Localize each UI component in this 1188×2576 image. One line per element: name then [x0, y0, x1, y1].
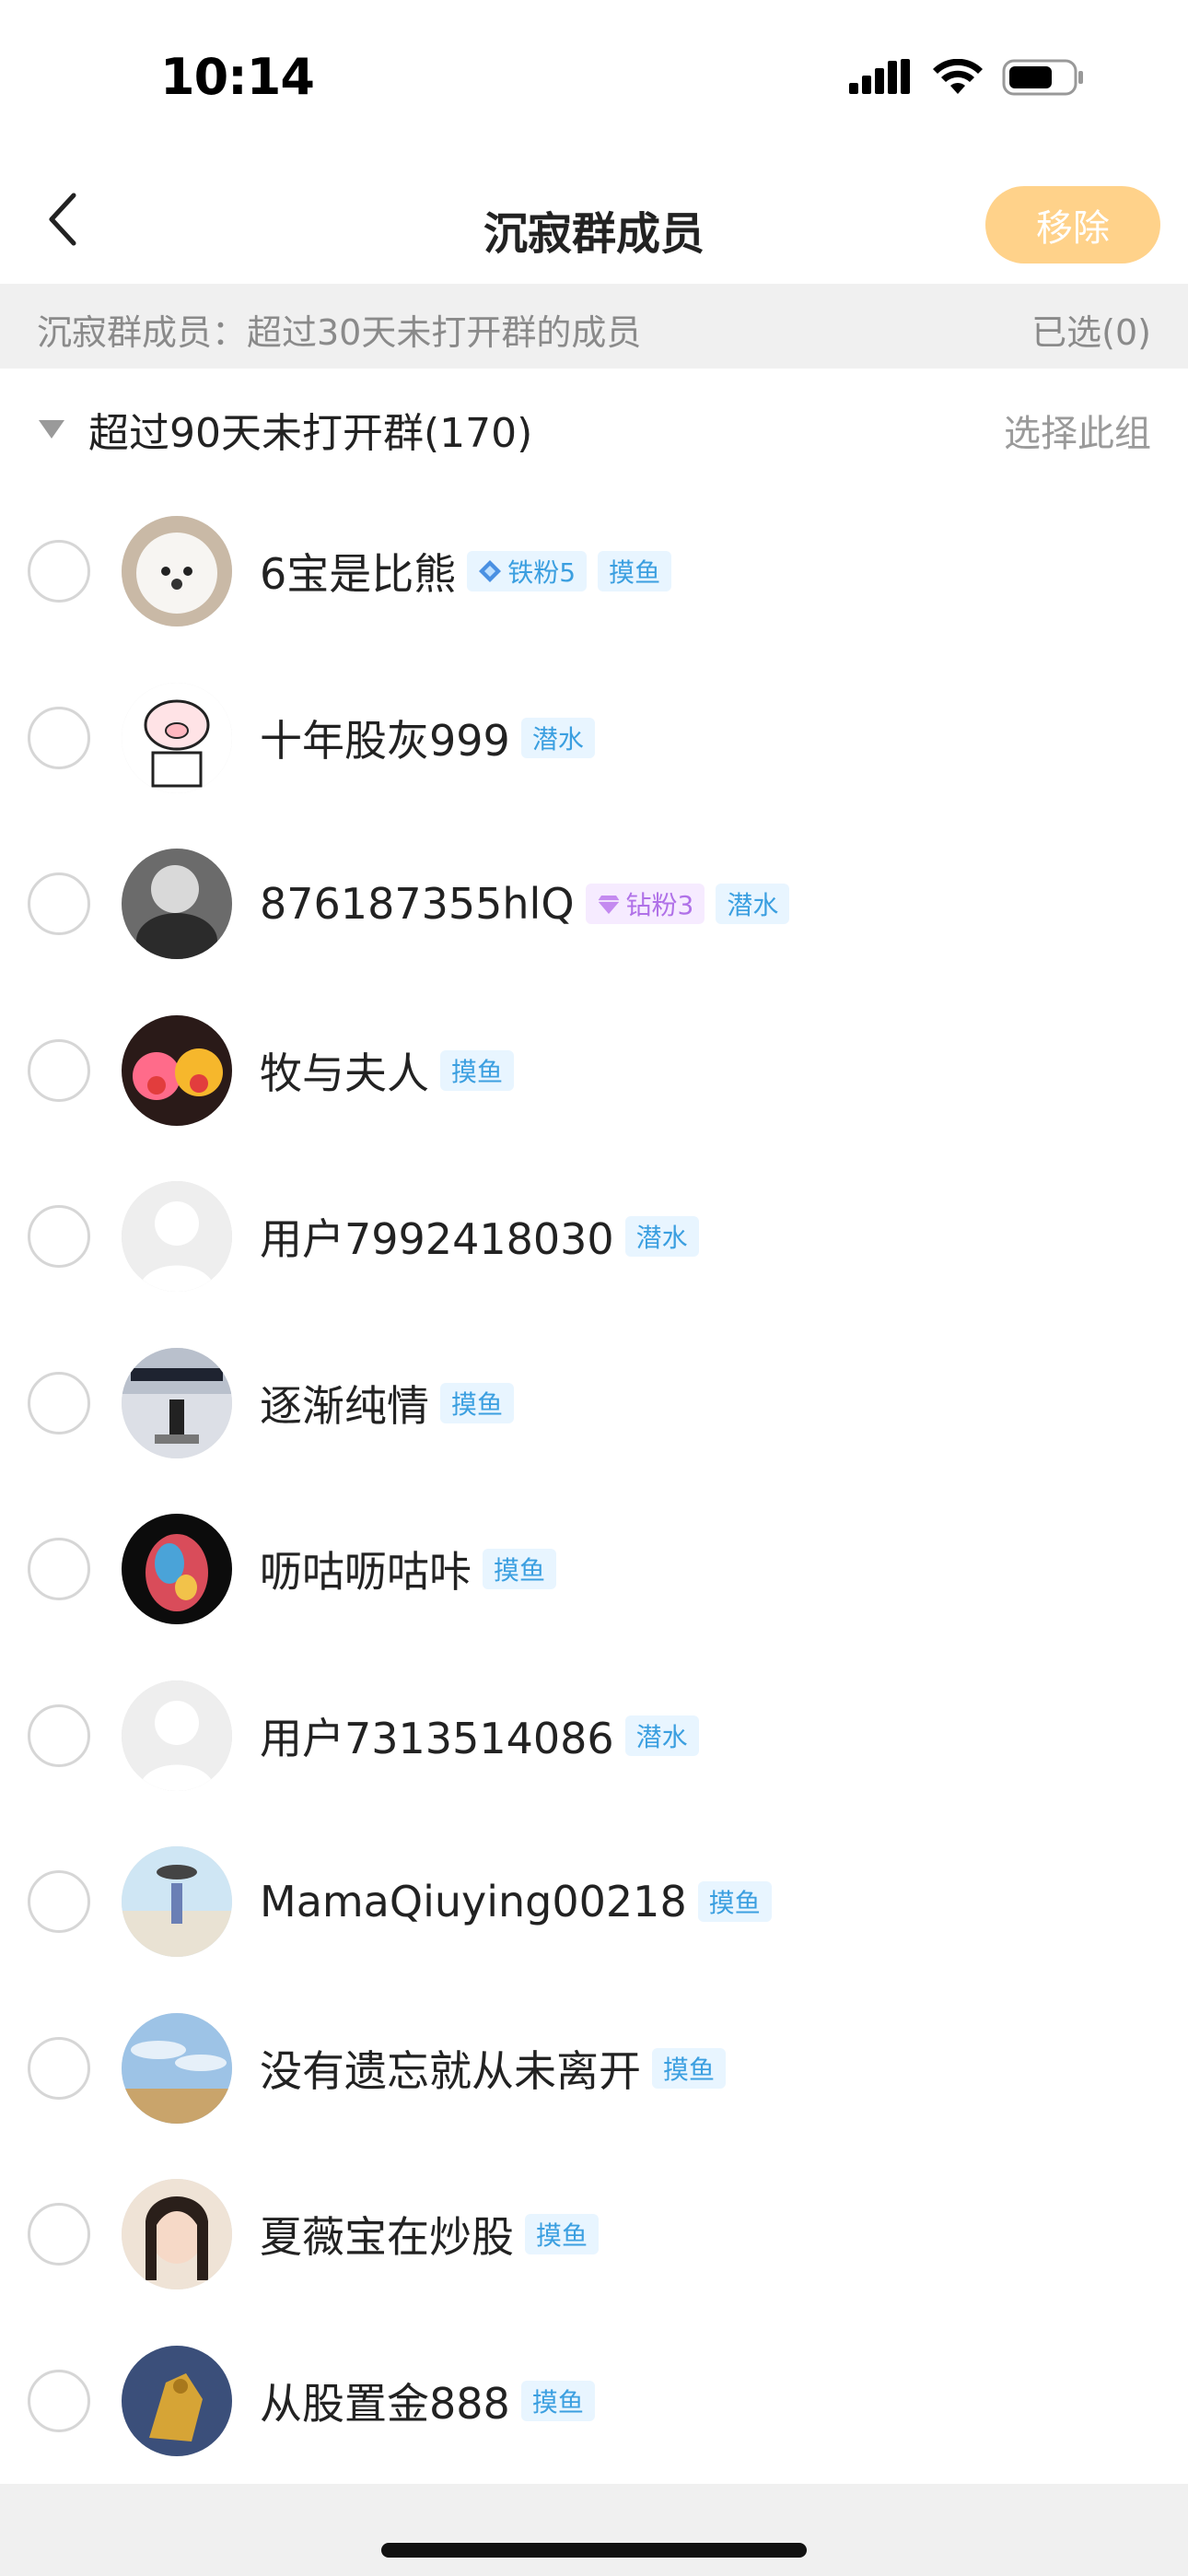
info-description: 沉寂群成员：超过30天未打开群的成员: [37, 312, 642, 353]
avatar: [122, 1514, 232, 1624]
avatar: [122, 682, 232, 793]
member-name: 用户7313514086: [260, 1713, 614, 1763]
member-row[interactable]: 十年股灰999 潜水: [0, 655, 1188, 822]
member-name: 十年股灰999: [260, 715, 510, 766]
battery-icon: [1002, 57, 1085, 101]
group-header[interactable]: 超过90天未打开群(170) 选择此组: [0, 369, 1188, 488]
avatar: [122, 1347, 232, 1458]
select-checkbox[interactable]: [28, 2369, 90, 2432]
activity-tag: 摸鱼: [598, 551, 672, 591]
member-list: 6宝是比熊 铁粉5 摸鱼 十年股灰999 潜水 876187355hlQ 钻粉3…: [0, 488, 1188, 2484]
cellular-signal-icon: [849, 59, 914, 100]
group-title: 超过90天未打开群(170): [88, 410, 533, 457]
select-checkbox[interactable]: [28, 2203, 90, 2266]
member-row[interactable]: 牧与夫人 摸鱼: [0, 988, 1188, 1154]
member-name: 呖咕呖咕咔: [260, 1547, 472, 1597]
select-checkbox[interactable]: [28, 706, 90, 769]
diamond-fan-badge-icon: [597, 892, 621, 916]
select-checkbox[interactable]: [28, 540, 90, 603]
fan-level-badge: 铁粉5: [467, 551, 588, 591]
activity-tag: 潜水: [624, 1715, 699, 1756]
select-checkbox[interactable]: [28, 1205, 90, 1268]
select-checkbox[interactable]: [28, 872, 90, 935]
member-row[interactable]: 6宝是比熊 铁粉5 摸鱼: [0, 488, 1188, 655]
activity-tag: 摸鱼: [520, 2380, 595, 2421]
info-bar: 沉寂群成员：超过30天未打开群的成员 已选(0): [0, 284, 1188, 369]
status-icons: [849, 57, 1085, 101]
select-checkbox[interactable]: [28, 1038, 90, 1102]
member-name: 没有遗忘就从未离开: [260, 2045, 641, 2096]
bottom-bar: [0, 2484, 1188, 2576]
member-name: 用户7992418030: [260, 1214, 614, 1264]
member-row[interactable]: 876187355hlQ 钻粉3 潜水: [0, 821, 1188, 988]
tag-label: 钻粉3: [625, 890, 694, 920]
select-checkbox[interactable]: [28, 1371, 90, 1434]
activity-tag: 潜水: [624, 1216, 699, 1257]
member-name: 牧与夫人: [260, 1048, 429, 1098]
status-bar: 10:14: [0, 0, 1188, 157]
collapse-triangle-icon[interactable]: [39, 420, 64, 439]
member-name: 6宝是比熊: [260, 549, 457, 599]
activity-tag: 摸鱼: [440, 1382, 515, 1423]
avatar: [122, 2345, 232, 2456]
wifi-icon: [932, 58, 984, 100]
activity-tag: 摸鱼: [652, 2047, 727, 2089]
select-checkbox[interactable]: [28, 1538, 90, 1600]
member-row[interactable]: 逐渐纯情 摸鱼: [0, 1320, 1188, 1487]
member-row[interactable]: 呖咕呖咕咔 摸鱼: [0, 1486, 1188, 1653]
home-indicator[interactable]: [381, 2543, 807, 2558]
tag-label: 铁粉5: [507, 557, 577, 588]
member-row[interactable]: 用户7313514086 潜水: [0, 1653, 1188, 1820]
avatar: [122, 849, 232, 959]
activity-tag: 潜水: [716, 884, 790, 924]
nav-header: 沉寂群成员 移除: [0, 157, 1188, 284]
member-name: 逐渐纯情: [260, 1380, 429, 1431]
iron-fan-badge-icon: [478, 559, 502, 583]
member-row[interactable]: MamaQiuying00218 摸鱼: [0, 1819, 1188, 1985]
member-row[interactable]: 从股置金888 摸鱼: [0, 2318, 1188, 2485]
member-name: 876187355hlQ: [260, 879, 575, 929]
member-name: 从股置金888: [260, 2378, 510, 2429]
fan-level-badge: 钻粉3: [585, 884, 705, 924]
member-name: 夏薇宝在炒股: [260, 2212, 514, 2262]
member-name: MamaQiuying00218: [260, 1877, 687, 1926]
avatar: [122, 1181, 232, 1292]
member-row[interactable]: 夏薇宝在炒股 摸鱼: [0, 2151, 1188, 2318]
activity-tag: 摸鱼: [697, 1881, 772, 1922]
avatar: [122, 2012, 232, 2124]
remove-button[interactable]: 移除: [985, 186, 1160, 263]
avatar: [122, 1846, 232, 1957]
activity-tag: 摸鱼: [525, 2214, 600, 2254]
avatar: [122, 1680, 232, 1791]
member-row[interactable]: 用户7992418030 潜水: [0, 1153, 1188, 1320]
activity-tag: 潜水: [520, 717, 595, 758]
select-group-button[interactable]: 选择此组: [1004, 404, 1151, 457]
status-time: 10:14: [160, 48, 315, 106]
avatar: [122, 1014, 232, 1126]
avatar: [122, 2179, 232, 2289]
member-row[interactable]: 没有遗忘就从未离开 摸鱼: [0, 1985, 1188, 2152]
select-checkbox[interactable]: [28, 2036, 90, 2100]
selected-count: 已选(0): [1031, 312, 1151, 353]
select-checkbox[interactable]: [28, 1870, 90, 1933]
activity-tag: 摸鱼: [483, 1549, 557, 1589]
avatar: [122, 516, 232, 626]
activity-tag: 摸鱼: [440, 1049, 515, 1091]
select-checkbox[interactable]: [28, 1704, 90, 1767]
